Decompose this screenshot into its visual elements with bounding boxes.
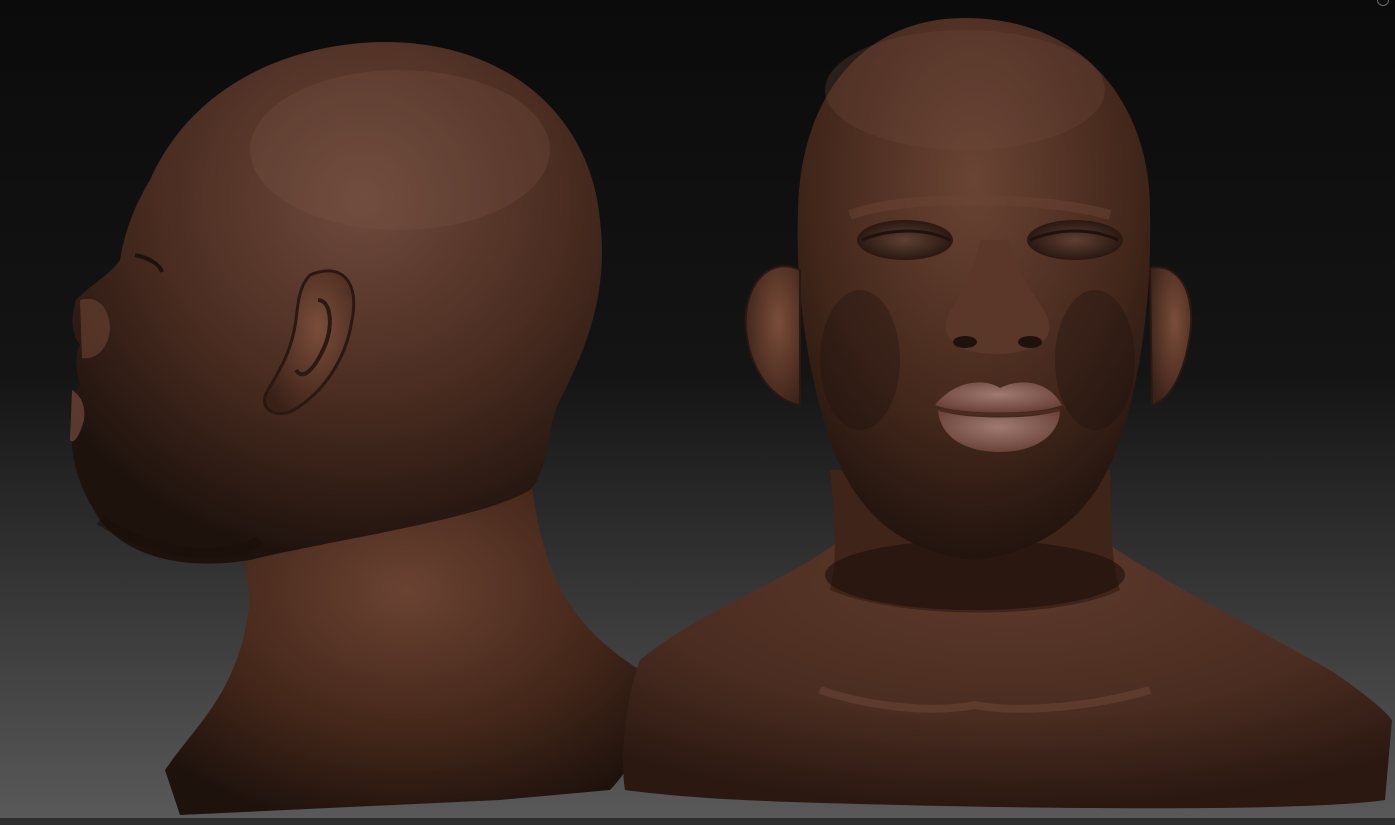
eye-left	[857, 220, 953, 260]
eye-right	[1027, 220, 1123, 260]
bottom-strip	[0, 818, 1395, 825]
render-viewport	[0, 0, 1395, 825]
sculpt-render	[0, 0, 1395, 825]
